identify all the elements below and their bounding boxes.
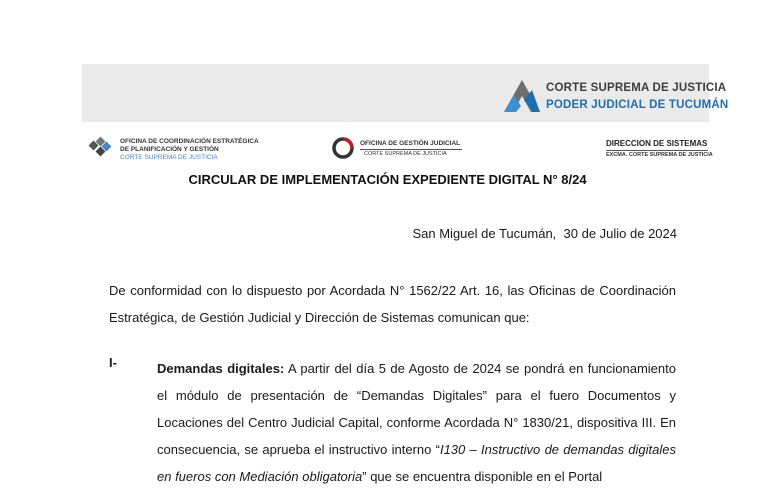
- court-name: CORTE SUPREMA DE JUSTICIA: [546, 82, 727, 94]
- item-heading: Demandas digitales:: [157, 361, 285, 376]
- ds-subtitle: EXCMA. CORTE SUPREMA DE JUSTICIA: [606, 152, 713, 158]
- item-body: Demandas digitales: A partir del día 5 d…: [157, 355, 676, 490]
- court-logo-icon: [504, 80, 540, 112]
- document-date: San Miguel de Tucumán, 30 de Julio de 20…: [412, 226, 677, 241]
- ogj-divider: [360, 149, 462, 150]
- ogj-name: OFICINA DE GESTIÓN JUDICIAL: [360, 140, 461, 147]
- ds-divider: [606, 150, 708, 151]
- ocep-cubes-icon: [88, 136, 112, 157]
- document-title: CIRCULAR DE IMPLEMENTACIÓN EXPEDIENTE DI…: [188, 172, 587, 187]
- item-text-part2: ” que se encuentra disponible en el Port…: [362, 469, 603, 484]
- office-logos-row: OFICINA DE COORDINACIÓN ESTRATÉGICA DE P…: [82, 132, 713, 164]
- item-number: I-: [109, 355, 117, 370]
- ds-name: DIRECCION DE SISTEMAS: [606, 139, 708, 148]
- ogj-ring-icon: [332, 137, 354, 159]
- ocep-name-line1: OFICINA DE COORDINACIÓN ESTRATÉGICA: [120, 138, 259, 145]
- court-subtitle: PODER JUDICIAL DE TUCUMÁN: [546, 99, 729, 111]
- ocep-name-line2: DE PLANIFICACIÓN Y GESTIÓN: [120, 146, 219, 153]
- intro-paragraph: De conformidad con lo dispuesto por Acor…: [109, 283, 676, 325]
- ogj-subtitle: CORTE SUPREMA DE JUSTICIA: [364, 151, 447, 157]
- ocep-name-line3: CORTE SUPREMA DE JUSTICIA: [120, 154, 218, 161]
